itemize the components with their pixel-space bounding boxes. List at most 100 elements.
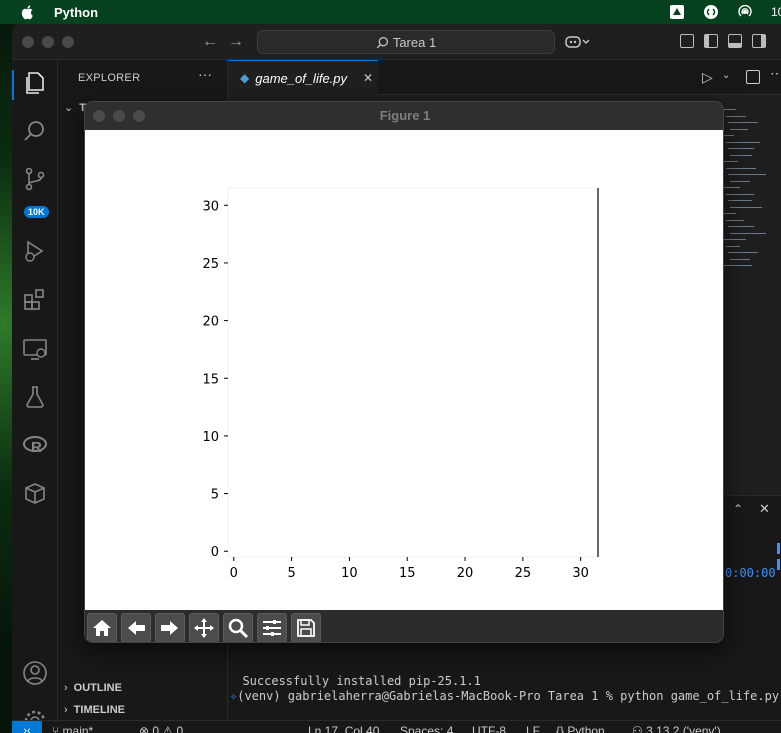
macos-menubar: Python 10	[0, 0, 781, 24]
remote-indicator-button[interactable]: ›‹	[12, 721, 42, 733]
forward-button[interactable]	[155, 613, 185, 642]
x-tick-label: 25	[515, 566, 532, 581]
shazam-icon[interactable]	[703, 4, 719, 20]
command-center-search[interactable]: Tarea 1	[257, 30, 555, 54]
zoom-button[interactable]	[223, 613, 253, 642]
account-icon[interactable]	[22, 660, 48, 686]
minimize-window-button[interactable]	[42, 36, 54, 48]
copilot-icon[interactable]	[565, 34, 593, 50]
save-figure-button[interactable]	[291, 613, 321, 642]
search-icon[interactable]	[22, 118, 48, 144]
minimap-line	[730, 206, 762, 208]
eol-status[interactable]: LF	[526, 724, 540, 733]
y-tick-label: 5	[211, 488, 219, 503]
minimap-line	[728, 148, 754, 149]
back-icon	[128, 621, 145, 635]
pan-icon	[194, 618, 214, 638]
branch-label: main*	[62, 724, 94, 733]
y-tick-label: 20	[202, 315, 219, 330]
close-window-button[interactable]	[22, 36, 34, 48]
outline-section-header[interactable]: › OUTLINE	[64, 682, 122, 694]
app-name[interactable]: Python	[54, 5, 98, 20]
minimap-line	[730, 154, 752, 156]
indentation-status[interactable]: Spaces: 4	[400, 724, 453, 733]
minimap-line	[728, 226, 754, 227]
minimap-line	[724, 109, 736, 110]
apple-icon[interactable]	[20, 4, 36, 20]
chevron-right-icon: ›	[64, 682, 68, 694]
explorer-icon[interactable]	[22, 70, 48, 96]
configure-subplots-icon	[263, 620, 281, 636]
menubar-clipped-text: 10	[771, 5, 781, 19]
minimap-line	[726, 219, 744, 221]
remote-explorer-icon[interactable]	[22, 336, 48, 362]
close-panel-icon[interactable]: ✕	[759, 501, 770, 517]
drive-icon[interactable]	[669, 4, 685, 20]
active-view-indicator	[12, 70, 14, 100]
pan-button[interactable]	[189, 613, 219, 642]
x-tick-label: 20	[457, 566, 474, 581]
database-icon[interactable]	[22, 480, 48, 506]
x-tick-label: 15	[399, 566, 416, 581]
encoding-status[interactable]: UTF-8	[472, 724, 506, 733]
cursor-position[interactable]: Ln 17, Col 40	[308, 724, 379, 733]
tab-game-of-life[interactable]: ◆ game_of_life.py ✕	[228, 60, 378, 95]
testing-icon[interactable]	[22, 384, 48, 410]
branch-status[interactable]: ⑂ main*	[52, 724, 93, 733]
command-center-label: Tarea 1	[392, 34, 437, 50]
minimap[interactable]	[724, 109, 779, 279]
editor-more-actions-icon[interactable]: ⋯	[770, 65, 781, 82]
customize-layout-icon[interactable]	[680, 34, 694, 48]
tab-label: game_of_life.py	[255, 70, 348, 86]
copilot-status-icon: ⚇	[632, 724, 647, 733]
y-tick-label: 15	[202, 372, 219, 387]
zoom-window-button[interactable]	[62, 36, 74, 48]
plot-area	[228, 188, 598, 557]
workspace-folder-header[interactable]: ⌄ T	[64, 101, 86, 114]
matplotlib-figure-window: Figure 1 0 5 10 15 20 25 30 0 5 10 15 20 25 30	[84, 101, 724, 643]
save-icon	[297, 619, 315, 637]
run-debug-icon[interactable]	[22, 238, 48, 264]
minimap-line	[724, 135, 734, 136]
run-dropdown-icon[interactable]: ⌄	[722, 70, 730, 81]
x-tick-label: 5	[287, 566, 295, 581]
terminal-tab-indicator[interactable]	[777, 543, 780, 554]
timeline-section-header[interactable]: › TIMELINE	[64, 704, 125, 716]
back-button[interactable]	[121, 613, 151, 642]
minimap-line	[730, 128, 748, 130]
explorer-title: EXPLORER	[78, 72, 141, 84]
maximize-panel-icon[interactable]: ⌃	[733, 502, 743, 516]
figure-titlebar: Figure 1	[85, 102, 723, 130]
minimap-line	[728, 200, 752, 201]
run-python-file-icon[interactable]: ▷	[702, 69, 713, 86]
minimap-line	[730, 232, 766, 234]
minimap-line	[724, 187, 740, 188]
configure-subplots-button[interactable]	[257, 613, 287, 642]
figure-canvas[interactable]: 0 5 10 15 20 25 30 0 5 10 15 20 25 30	[85, 130, 724, 610]
python-interpreter[interactable]: ⚇ 3.13.2 ('venv')	[632, 724, 721, 733]
toggle-primary-sidebar-icon[interactable]	[704, 34, 718, 48]
r-icon[interactable]: R	[22, 432, 48, 458]
split-editor-icon[interactable]	[746, 70, 760, 84]
game-of-life-plot[interactable]: 0 5 10 15 20 25 30 0 5 10 15 20 25 30	[85, 130, 724, 610]
toggle-secondary-sidebar-icon[interactable]	[752, 34, 766, 48]
terminal-tab-indicator[interactable]	[777, 559, 780, 570]
minimap-line	[724, 239, 746, 240]
forward-icon	[161, 621, 178, 635]
language-mode[interactable]: {} Python	[556, 724, 605, 733]
toggle-panel-icon[interactable]	[728, 34, 742, 48]
minimap-line	[726, 193, 754, 195]
source-control-icon[interactable]	[22, 166, 48, 192]
home-button[interactable]	[87, 613, 117, 642]
problems-status[interactable]: ⊗ 0 ⚠ 0	[139, 724, 183, 733]
home-icon	[93, 620, 111, 636]
tab-close-icon[interactable]: ✕	[363, 71, 373, 85]
explorer-more-actions[interactable]: ···	[198, 66, 212, 82]
y-tick-label: 0	[211, 545, 219, 560]
airdrop-icon[interactable]	[737, 4, 753, 20]
terminal-line: Successfully installed pip-25.1.1	[228, 674, 481, 688]
minimap-line	[726, 167, 756, 169]
extensions-icon[interactable]	[22, 286, 48, 312]
forward-arrow-icon[interactable]: →	[228, 33, 244, 51]
back-arrow-icon[interactable]: ←	[202, 33, 218, 51]
